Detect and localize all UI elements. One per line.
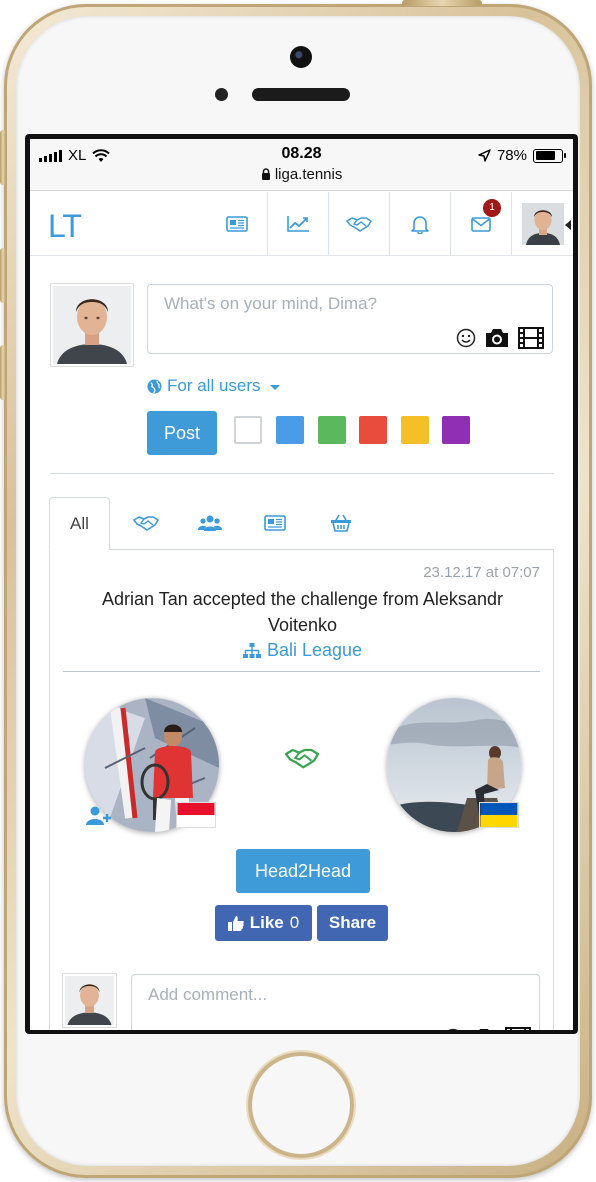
nav-profile[interactable] — [511, 192, 573, 256]
post-timestamp: 23.12.17 at 07:07 — [423, 564, 540, 581]
color-swatch-red[interactable] — [359, 416, 387, 444]
share-button[interactable]: Share — [317, 905, 388, 941]
head2head-button[interactable]: Head2Head — [236, 849, 370, 893]
nav-challenges[interactable] — [328, 192, 389, 256]
tab-shop[interactable] — [321, 497, 361, 549]
league-name: Bali League — [266, 640, 363, 660]
home-button[interactable] — [248, 1052, 354, 1158]
status-placeholder: What's on your mind, Dima? — [164, 294, 377, 313]
comment-input[interactable]: Add comment... — [131, 974, 540, 1030]
color-swatch-green[interactable] — [318, 416, 346, 444]
emoji-icon[interactable] — [456, 328, 476, 348]
site-logo[interactable]: LT — [48, 208, 82, 245]
comment-tools — [443, 1027, 531, 1030]
envelope-icon — [471, 216, 491, 232]
earpiece-speaker — [252, 88, 350, 101]
ukraine-flag — [479, 802, 519, 828]
location-arrow-icon — [478, 149, 491, 162]
nav-ratings[interactable] — [267, 192, 328, 256]
visibility-label: For all users — [167, 376, 261, 395]
camera-icon[interactable] — [484, 327, 510, 349]
side-button-volume-up — [0, 248, 6, 303]
basket-icon — [331, 514, 351, 532]
league-link[interactable]: Bali League — [50, 640, 555, 661]
emoji-icon[interactable] — [443, 1028, 463, 1030]
tab-all[interactable]: All — [49, 497, 110, 550]
sitemap-icon — [242, 642, 261, 658]
indonesia-flag — [176, 802, 216, 828]
newspaper-icon — [264, 515, 286, 531]
like-count: 0 — [289, 913, 300, 932]
nav-notifications[interactable] — [389, 192, 450, 256]
top-navbar: LT 1 — [30, 192, 573, 256]
status-bar: XL 08.28 liga.tennis 78% — [30, 139, 573, 191]
thumbs-up-icon — [227, 916, 244, 931]
nav-news[interactable] — [206, 192, 267, 256]
tab-players[interactable] — [190, 497, 230, 549]
screen: XL 08.28 liga.tennis 78% LT 1 What's on … — [25, 134, 578, 1034]
users-group-icon — [198, 515, 222, 531]
tab-challenges[interactable] — [126, 497, 166, 549]
handshake-icon — [284, 748, 320, 769]
add-friend-icon[interactable] — [86, 806, 112, 826]
menu-toggle-caret[interactable] — [565, 220, 571, 230]
color-swatch-purple[interactable] — [442, 416, 470, 444]
composer-tools — [456, 327, 544, 349]
address-bar[interactable]: liga.tennis — [30, 166, 573, 183]
messages-badge: 1 — [483, 199, 501, 217]
lock-icon — [261, 168, 270, 180]
comment-avatar — [62, 973, 117, 1028]
composer-avatar[interactable] — [50, 283, 134, 367]
comment-placeholder: Add comment... — [148, 985, 268, 1004]
handshake-icon — [133, 516, 159, 531]
feed-card: 23.12.17 at 07:07 Adrian Tan accepted th… — [49, 549, 554, 1030]
like-button[interactable]: Like 0 — [215, 905, 312, 941]
status-input[interactable]: What's on your mind, Dima? — [147, 284, 553, 354]
proximity-sensor — [215, 88, 228, 101]
status-right: 78% — [478, 147, 566, 164]
handshake-icon — [346, 217, 372, 232]
globe-icon — [147, 378, 162, 394]
composer-divider — [50, 473, 554, 474]
color-swatch-yellow[interactable] — [401, 416, 429, 444]
display: XL 08.28 liga.tennis 78% LT 1 What's on … — [30, 139, 573, 1030]
battery-percent: 78% — [496, 147, 527, 164]
tab-all-label: All — [70, 513, 89, 533]
chevron-down-icon — [269, 384, 280, 390]
url-text: liga.tennis — [274, 166, 343, 183]
like-label: Like — [249, 913, 284, 932]
newspaper-icon — [225, 216, 248, 232]
side-button-mute — [0, 130, 6, 185]
side-button-volume-down — [0, 345, 6, 400]
battery-icon — [533, 148, 566, 163]
post-title: Adrian Tan accepted the challenge from A… — [102, 589, 503, 635]
top-power-button — [402, 0, 482, 6]
trending-chart-icon — [287, 216, 309, 232]
user-avatar — [521, 203, 564, 245]
film-icon[interactable] — [505, 1027, 531, 1030]
film-icon[interactable] — [518, 327, 544, 349]
visibility-dropdown[interactable]: For all users — [147, 376, 280, 396]
post-button[interactable]: Post — [147, 411, 217, 455]
nav-messages[interactable]: 1 — [450, 192, 511, 256]
color-swatch-white[interactable] — [234, 416, 262, 444]
front-camera — [290, 46, 312, 68]
card-divider — [63, 671, 540, 672]
camera-icon[interactable] — [471, 1027, 497, 1030]
bell-icon — [411, 216, 429, 234]
tab-news[interactable] — [255, 497, 295, 549]
color-swatch-blue[interactable] — [276, 416, 304, 444]
